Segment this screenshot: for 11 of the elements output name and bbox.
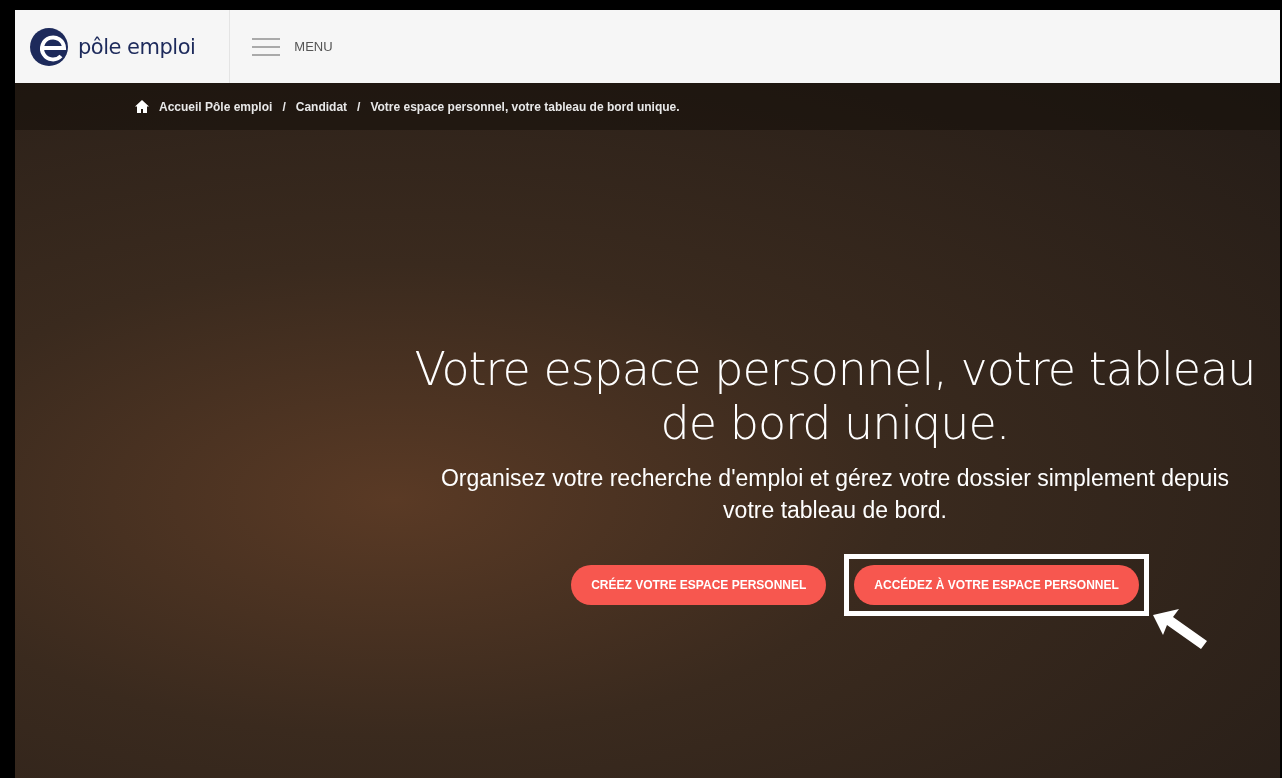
breadcrumb-link[interactable]: Accueil Pôle emploi	[159, 99, 273, 114]
menu-icon	[252, 36, 281, 57]
menu-button[interactable]: MENU	[230, 10, 339, 83]
logo-text[interactable]: pôle emploi	[78, 34, 196, 59]
hero-title: Votre espace personnel, votre tableau de bord unique.	[413, 342, 1257, 450]
home-icon[interactable]	[135, 100, 149, 113]
breadcrumb-link[interactable]: Votre espace personnel, votre tableau de bord unique.	[370, 99, 680, 114]
breadcrumb-separator: /	[282, 99, 286, 114]
breadcrumb-separator: /	[357, 99, 361, 114]
hero-subtitle: Organisez votre recherche d'emploi et gérez votre dossier simplement depuis votre tableau de bord.	[439, 464, 1230, 525]
breadcrumb-link[interactable]: Candidat	[295, 99, 348, 114]
